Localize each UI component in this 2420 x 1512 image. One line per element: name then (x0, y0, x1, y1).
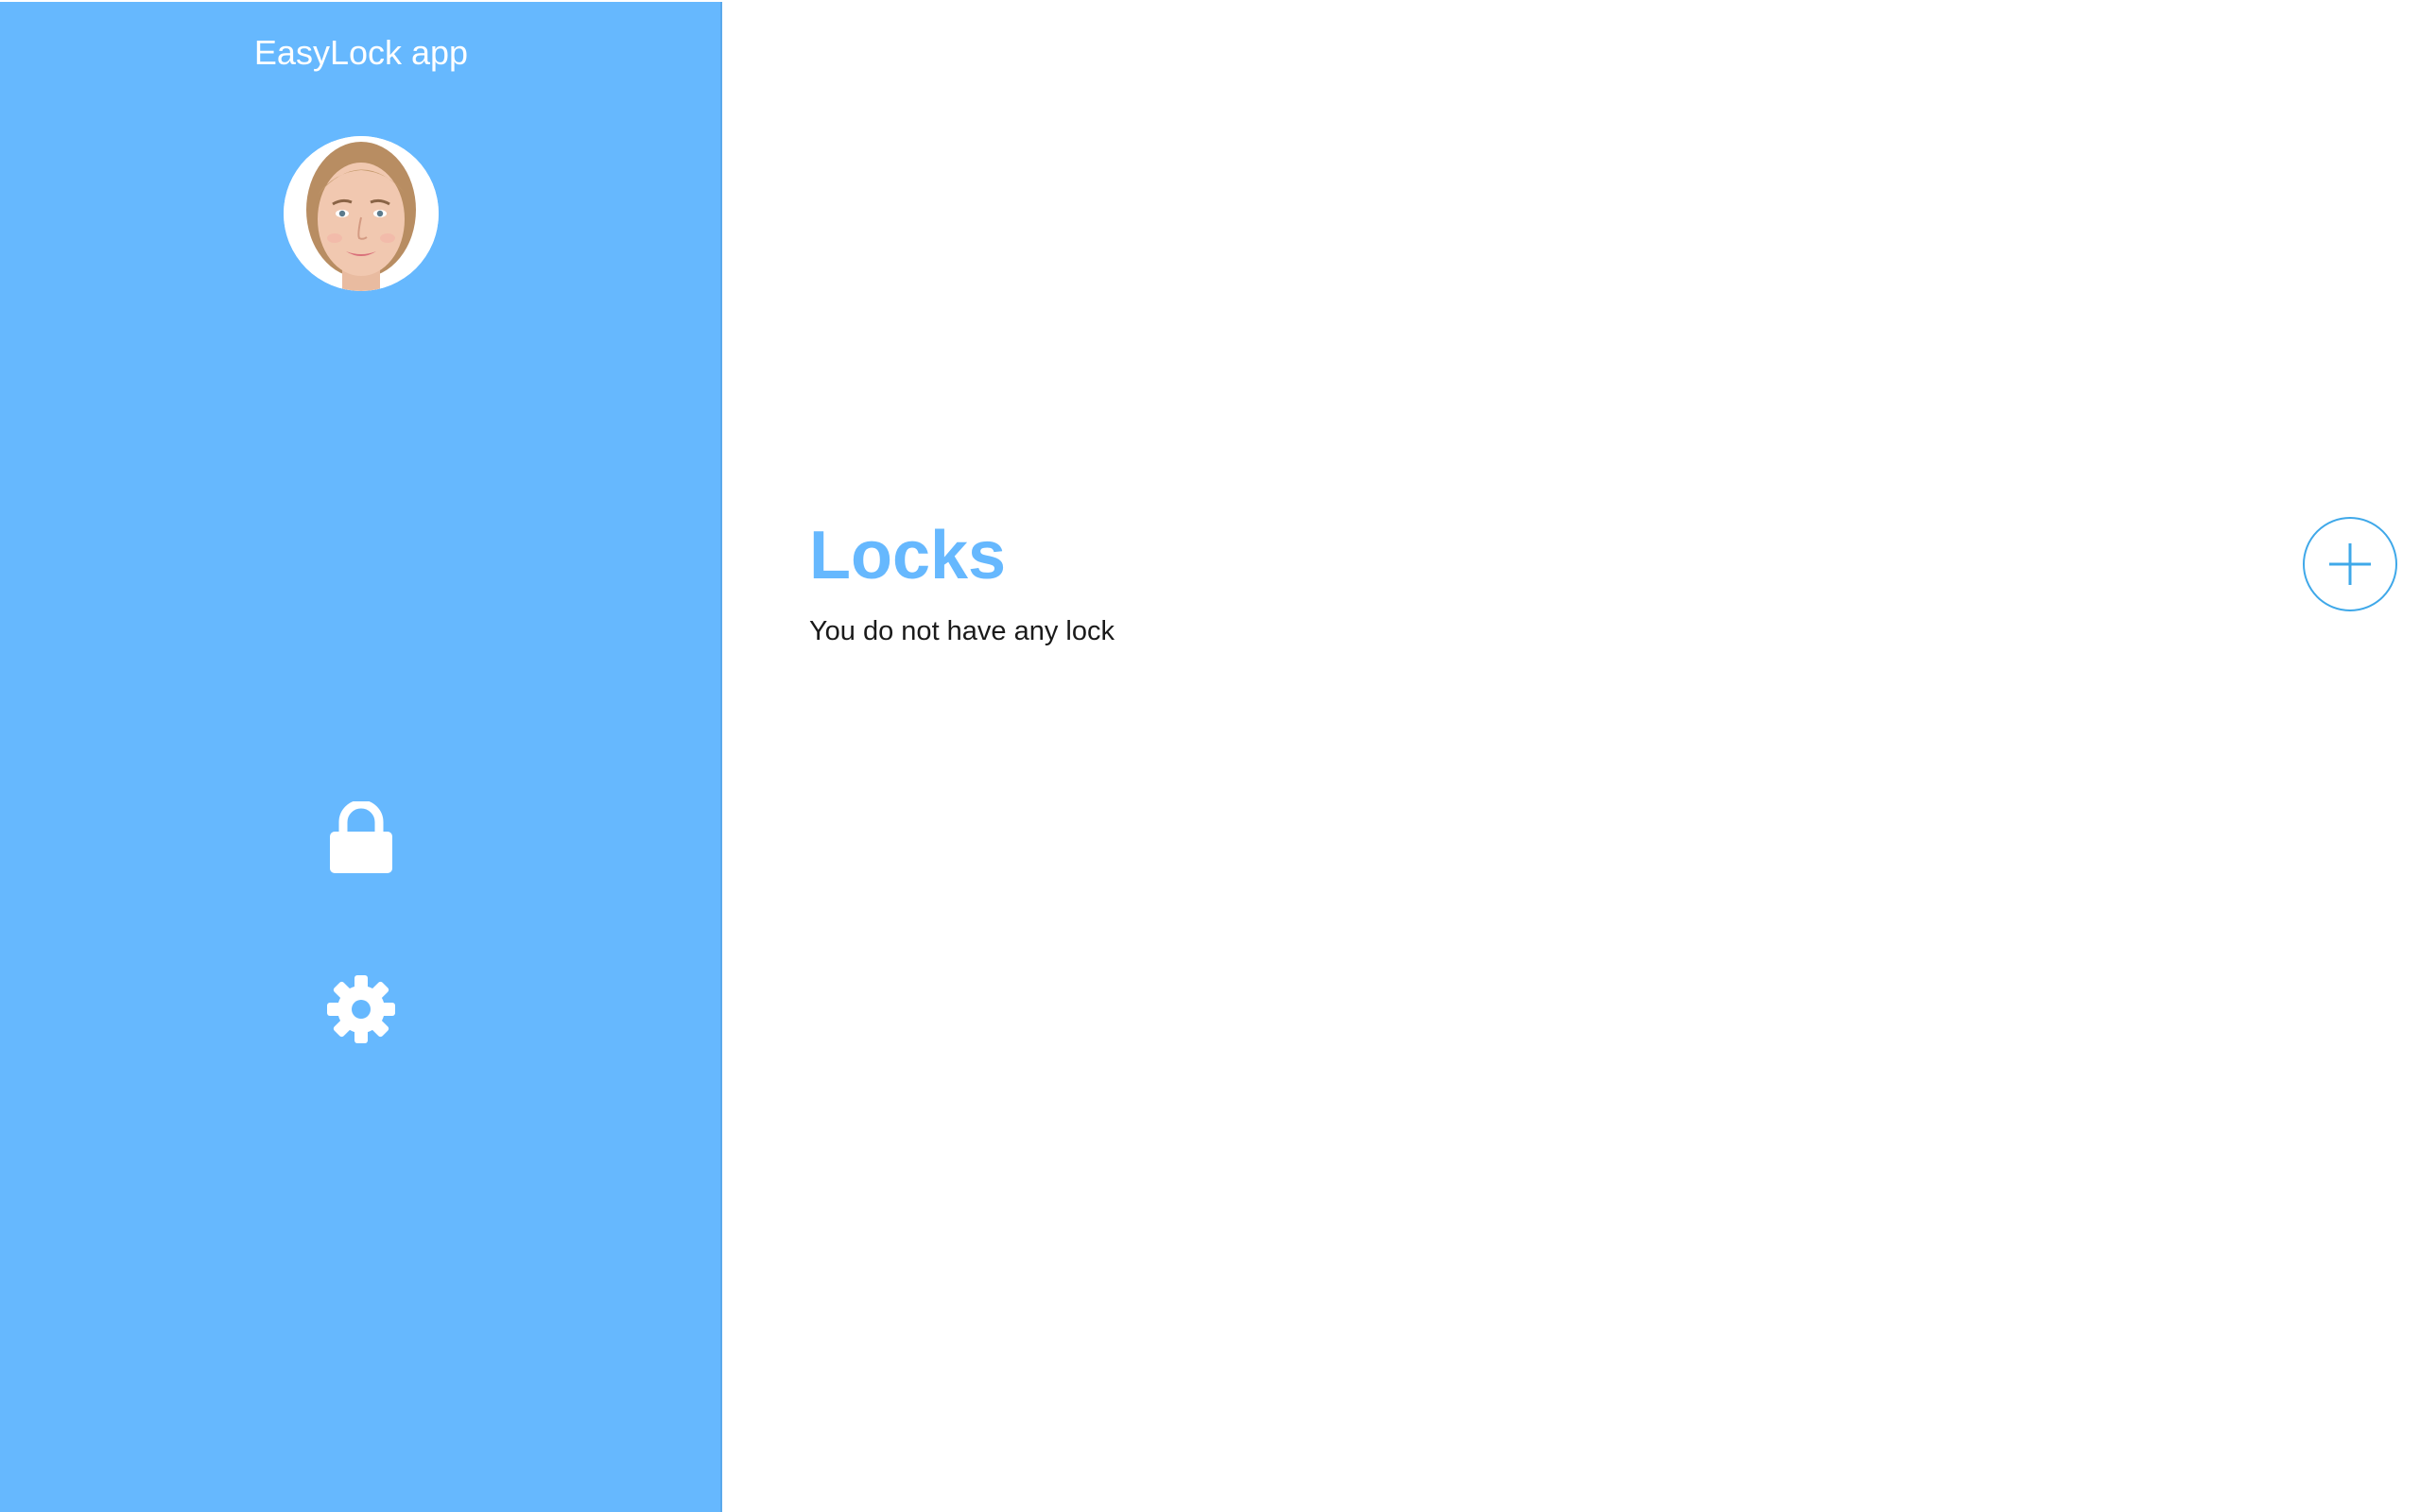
empty-state-message: You do not have any lock (809, 616, 1115, 646)
avatar-image (284, 136, 439, 291)
avatar[interactable] (284, 136, 439, 291)
add-lock-button[interactable] (2303, 517, 2397, 611)
app-title: EasyLock app (253, 33, 469, 72)
main-content: Locks You do not have any lock (722, 0, 2420, 1512)
sidebar-item-settings[interactable] (0, 975, 722, 1043)
app-root: EasyLock app Locks You do not have any l… (0, 0, 2420, 1512)
sidebar: EasyLock app (0, 2, 722, 1512)
plus-icon (2329, 543, 2371, 585)
page-title: Locks (809, 518, 1007, 593)
sidebar-item-locks[interactable] (0, 801, 722, 873)
lock-icon (330, 801, 392, 873)
gear-icon (327, 975, 395, 1043)
